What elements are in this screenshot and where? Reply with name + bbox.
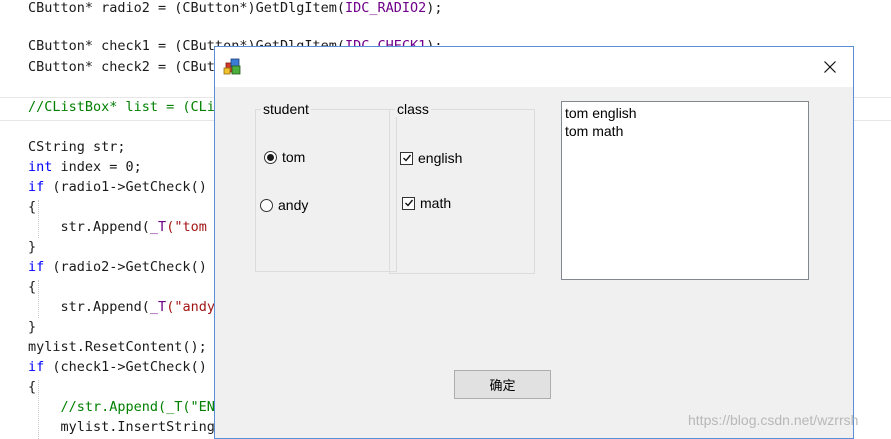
code-token: CButton* radio2 = (CButton*)GetDlgItem( [28, 0, 345, 16]
checkbox[interactable] [402, 196, 415, 210]
code-token: { [28, 199, 37, 215]
radio-button[interactable] [260, 198, 273, 212]
code-line: CButton* radio2 = (CButton*)GetDlgItem(I… [28, 0, 443, 18]
check-mark-icon [402, 154, 411, 162]
code-line: } [28, 237, 36, 257]
code-line: if (radio1->GetCheck() [28, 177, 207, 197]
code-token: mylist.ResetContent(); [28, 339, 207, 355]
radio-andy[interactable]: andy [260, 197, 308, 213]
code-token: (radio1->GetCheck() [44, 179, 207, 195]
code-token: str.Append( [28, 299, 150, 315]
code-line: { [28, 377, 36, 397]
student-groupbox [255, 109, 397, 272]
code-token: ("andy [166, 299, 215, 315]
dialog-window: student tom andy class english math tom … [214, 46, 854, 439]
code-token: } [28, 239, 37, 255]
list-item[interactable]: tom math [565, 122, 805, 140]
radio-selected-dot [267, 153, 274, 161]
code-token: if [28, 359, 45, 375]
code-line: str.Append(_T("tom [28, 217, 215, 237]
code-token: str.Append( [28, 219, 150, 235]
code-token: IDC_RADIO2 [344, 0, 427, 16]
code-token: _T [149, 299, 167, 315]
code-token: (check1->GetCheck() [44, 359, 207, 375]
class-group-title: class [395, 101, 431, 117]
checkbox-label: math [420, 195, 452, 211]
radio-label: tom [282, 149, 306, 165]
code-token: { [28, 379, 37, 395]
result-listbox[interactable]: tom english tom math [561, 101, 809, 280]
code-line: if (check1->GetCheck() [28, 357, 207, 377]
code-token: } [28, 319, 37, 335]
code-token: ("tom [166, 219, 215, 235]
code-line: if (radio2->GetCheck() [28, 257, 207, 277]
code-token: { [28, 279, 37, 295]
list-item[interactable]: tom english [565, 104, 805, 122]
checkbox-label: english [418, 150, 463, 166]
code-token: if [28, 179, 45, 195]
code-token: //str.Append(_T("ENG [28, 399, 224, 415]
class-groupbox [389, 109, 535, 274]
code-token: _T [149, 219, 167, 235]
code-line: str.Append(_T("andy [28, 297, 215, 317]
code-token: mylist.InsertString [28, 419, 215, 435]
code-token: CString str; [28, 139, 126, 155]
watermark: https://blog.csdn.net/wzrrsh [688, 412, 859, 428]
code-token: index = 0; [52, 159, 142, 175]
radio-label: andy [278, 197, 309, 213]
check-mark-icon [404, 199, 413, 207]
dialog-titlebar[interactable] [215, 47, 853, 87]
close-icon [824, 58, 836, 77]
code-line: CString str; [28, 137, 126, 157]
radio-button[interactable] [264, 150, 277, 164]
checkbox[interactable] [400, 151, 413, 165]
checkbox-math[interactable]: math [402, 195, 451, 211]
code-line: { [28, 277, 36, 297]
code-line: mylist.ResetContent(); [28, 337, 207, 357]
student-group-title: student [261, 101, 311, 117]
code-line: int index = 0; [28, 157, 142, 177]
code-line: mylist.InsertString [28, 417, 215, 437]
code-token: if [28, 259, 45, 275]
code-token: (radio2->GetCheck() [44, 259, 207, 275]
code-token: ); [426, 0, 443, 16]
checkbox-english[interactable]: english [400, 150, 462, 166]
radio-tom[interactable]: tom [264, 149, 305, 165]
app-icon [223, 56, 243, 76]
code-line: { [28, 197, 36, 217]
ok-button[interactable]: 确定 [454, 370, 551, 399]
code-line: } [28, 317, 36, 337]
code-token: int [28, 159, 53, 175]
close-button[interactable] [807, 47, 853, 87]
code-line: //str.Append(_T("ENG [28, 397, 224, 417]
